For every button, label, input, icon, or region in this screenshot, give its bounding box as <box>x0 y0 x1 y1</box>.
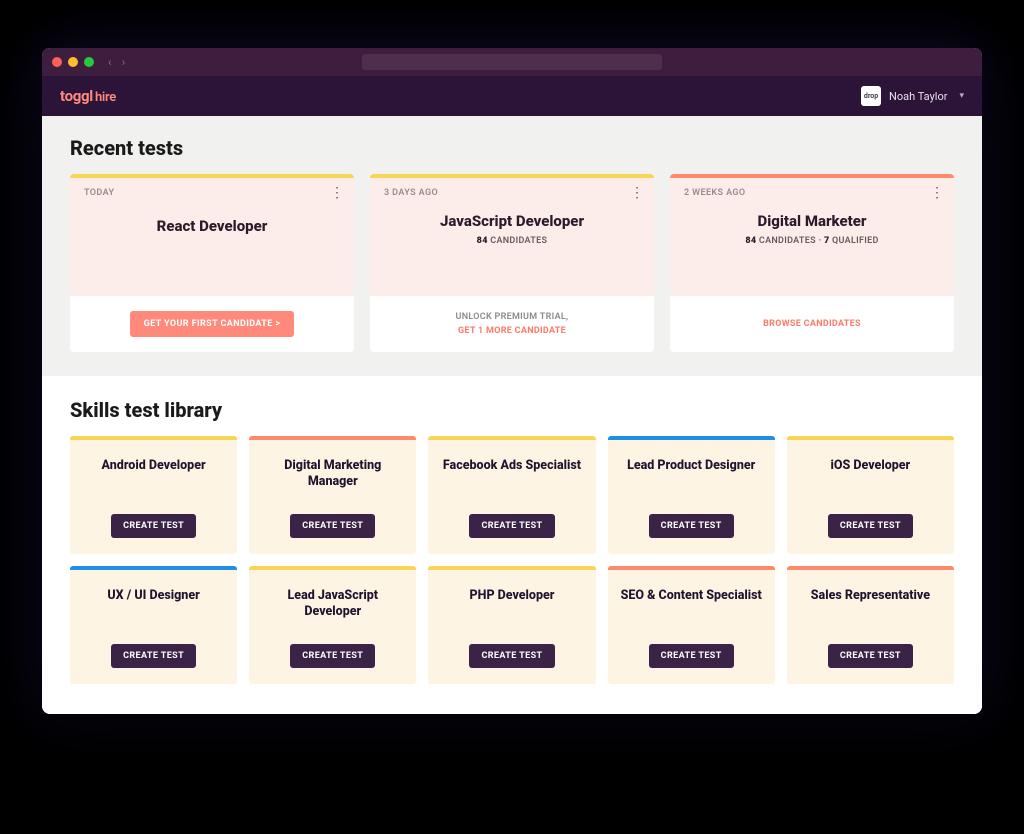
create-test-button[interactable]: CREATE TEST <box>290 644 375 668</box>
app-header: togglhire drop Noah Taylor ▾ <box>42 76 982 116</box>
recent-test-card[interactable]: 2 WEEKS AGO ⋮ Digital Marketer 84 CANDIDATE… <box>670 174 954 352</box>
recent-card-time: 2 WEEKS AGO <box>684 188 746 198</box>
browse-candidates-link[interactable]: BROWSE CANDIDATES <box>763 319 861 329</box>
skills-library-grid: Android DeveloperCREATE TESTDigital Mark… <box>70 436 954 684</box>
recent-tests-heading: Recent tests <box>70 136 954 160</box>
nav-arrows: ‹ › <box>108 55 125 69</box>
kebab-icon[interactable]: ⋮ <box>330 186 344 200</box>
library-card: Sales Representative CREATE TEST <box>787 566 954 684</box>
recent-card-footer: BROWSE CANDIDATES <box>670 296 954 352</box>
library-card: Lead JavaScript Developer CREATE TEST <box>249 566 416 684</box>
recent-card-stats: 84 CANDIDATES <box>384 236 640 246</box>
library-card: PHP Developer CREATE TEST <box>428 566 595 684</box>
recent-card-time: TODAY <box>84 188 114 198</box>
library-card-title: UX / UI Designer <box>107 588 199 604</box>
address-bar[interactable] <box>362 54 662 70</box>
library-card: Lead Product Designer CREATE TEST <box>608 436 775 554</box>
library-card-title: Facebook Ads Specialist <box>443 458 581 474</box>
library-card: Android Developer CREATE TEST <box>70 436 237 554</box>
library-card: SEO & Content Specialist CREATE TEST <box>608 566 775 684</box>
recent-tests-section: Recent tests TODAY ⋮ React Developer GET YO… <box>42 116 982 376</box>
library-card-title: iOS Developer <box>831 458 911 474</box>
library-card: UX / UI Designer CREATE TEST <box>70 566 237 684</box>
recent-card-body: TODAY ⋮ React Developer <box>70 174 354 296</box>
recent-card-footer: UNLOCK PREMIUM TRIAL, GET 1 MORE CANDIDAT… <box>370 296 654 352</box>
get-first-candidate-button[interactable]: GET YOUR FIRST CANDIDATE > <box>130 311 295 337</box>
create-test-button[interactable]: CREATE TEST <box>649 644 734 668</box>
create-test-button[interactable]: CREATE TEST <box>111 644 196 668</box>
back-icon[interactable]: ‹ <box>108 55 112 69</box>
recent-card-title: JavaScript Developer <box>384 212 640 230</box>
create-test-button[interactable]: CREATE TEST <box>290 514 375 538</box>
library-card: Facebook Ads Specialist CREATE TEST <box>428 436 595 554</box>
recent-card-stats: 84 CANDIDATES · 7 QUALIFIED <box>684 236 940 246</box>
forward-icon[interactable]: › <box>122 55 126 69</box>
kebab-icon[interactable]: ⋮ <box>630 186 644 200</box>
recent-test-card[interactable]: 3 DAYS AGO ⋮ JavaScript Developer 84 CANDID… <box>370 174 654 352</box>
library-card-title: Digital Marketing Manager <box>259 458 406 489</box>
kebab-icon[interactable]: ⋮ <box>930 186 944 200</box>
create-test-button[interactable]: CREATE TEST <box>111 514 196 538</box>
recent-card-time: 3 DAYS AGO <box>384 188 438 198</box>
create-test-button[interactable]: CREATE TEST <box>828 514 913 538</box>
brand-product: hire <box>95 90 116 105</box>
recent-card-body: 3 DAYS AGO ⋮ JavaScript Developer 84 CANDID… <box>370 174 654 296</box>
profile-menu[interactable]: drop Noah Taylor ▾ <box>861 86 964 106</box>
brand-logo[interactable]: togglhire <box>60 87 116 105</box>
create-test-button[interactable]: CREATE TEST <box>469 514 554 538</box>
skills-library-section: Skills test library Android Developer CRE… <box>42 376 982 714</box>
get-more-candidate-link[interactable]: GET 1 MORE CANDIDATE <box>458 326 566 336</box>
minimize-icon[interactable] <box>68 57 78 67</box>
unlock-premium-text: UNLOCK PREMIUM TRIAL, <box>456 312 569 322</box>
library-card: iOS Developer CREATE TEST <box>787 436 954 554</box>
library-card-title: Sales Representative <box>811 588 930 604</box>
window-titlebar: ‹ › <box>42 48 982 76</box>
brand-name: toggl <box>60 87 93 105</box>
recent-card-title: Digital Marketer <box>684 212 940 230</box>
recent-card-title: React Developer <box>84 217 340 235</box>
user-name: Noah Taylor <box>889 90 947 103</box>
create-test-button[interactable]: CREATE TEST <box>649 514 734 538</box>
maximize-icon[interactable] <box>84 57 94 67</box>
skills-library-heading: Skills test library <box>70 398 954 422</box>
library-card-title: PHP Developer <box>470 588 555 604</box>
library-card: Digital Marketing Manager CREATE TEST <box>249 436 416 554</box>
library-card-title: Lead JavaScript Developer <box>259 588 406 619</box>
library-card-title: Lead Product Designer <box>627 458 755 474</box>
recent-card-footer: GET YOUR FIRST CANDIDATE > <box>70 296 354 352</box>
recent-test-card[interactable]: TODAY ⋮ React Developer GET YOUR FIRST CAND… <box>70 174 354 352</box>
app-window: ‹ › togglhire drop Noah Taylor ▾ Recent … <box>42 48 982 714</box>
avatar: drop <box>861 86 881 106</box>
create-test-button[interactable]: CREATE TEST <box>828 644 913 668</box>
traffic-lights <box>52 57 94 67</box>
library-card-title: SEO & Content Specialist <box>621 588 762 604</box>
chevron-down-icon: ▾ <box>959 91 964 101</box>
library-card-title: Android Developer <box>102 458 206 474</box>
recent-tests-row: TODAY ⋮ React Developer GET YOUR FIRST CAND… <box>70 174 954 352</box>
recent-card-body: 2 WEEKS AGO ⋮ Digital Marketer 84 CANDIDATE… <box>670 174 954 296</box>
close-icon[interactable] <box>52 57 62 67</box>
create-test-button[interactable]: CREATE TEST <box>469 644 554 668</box>
